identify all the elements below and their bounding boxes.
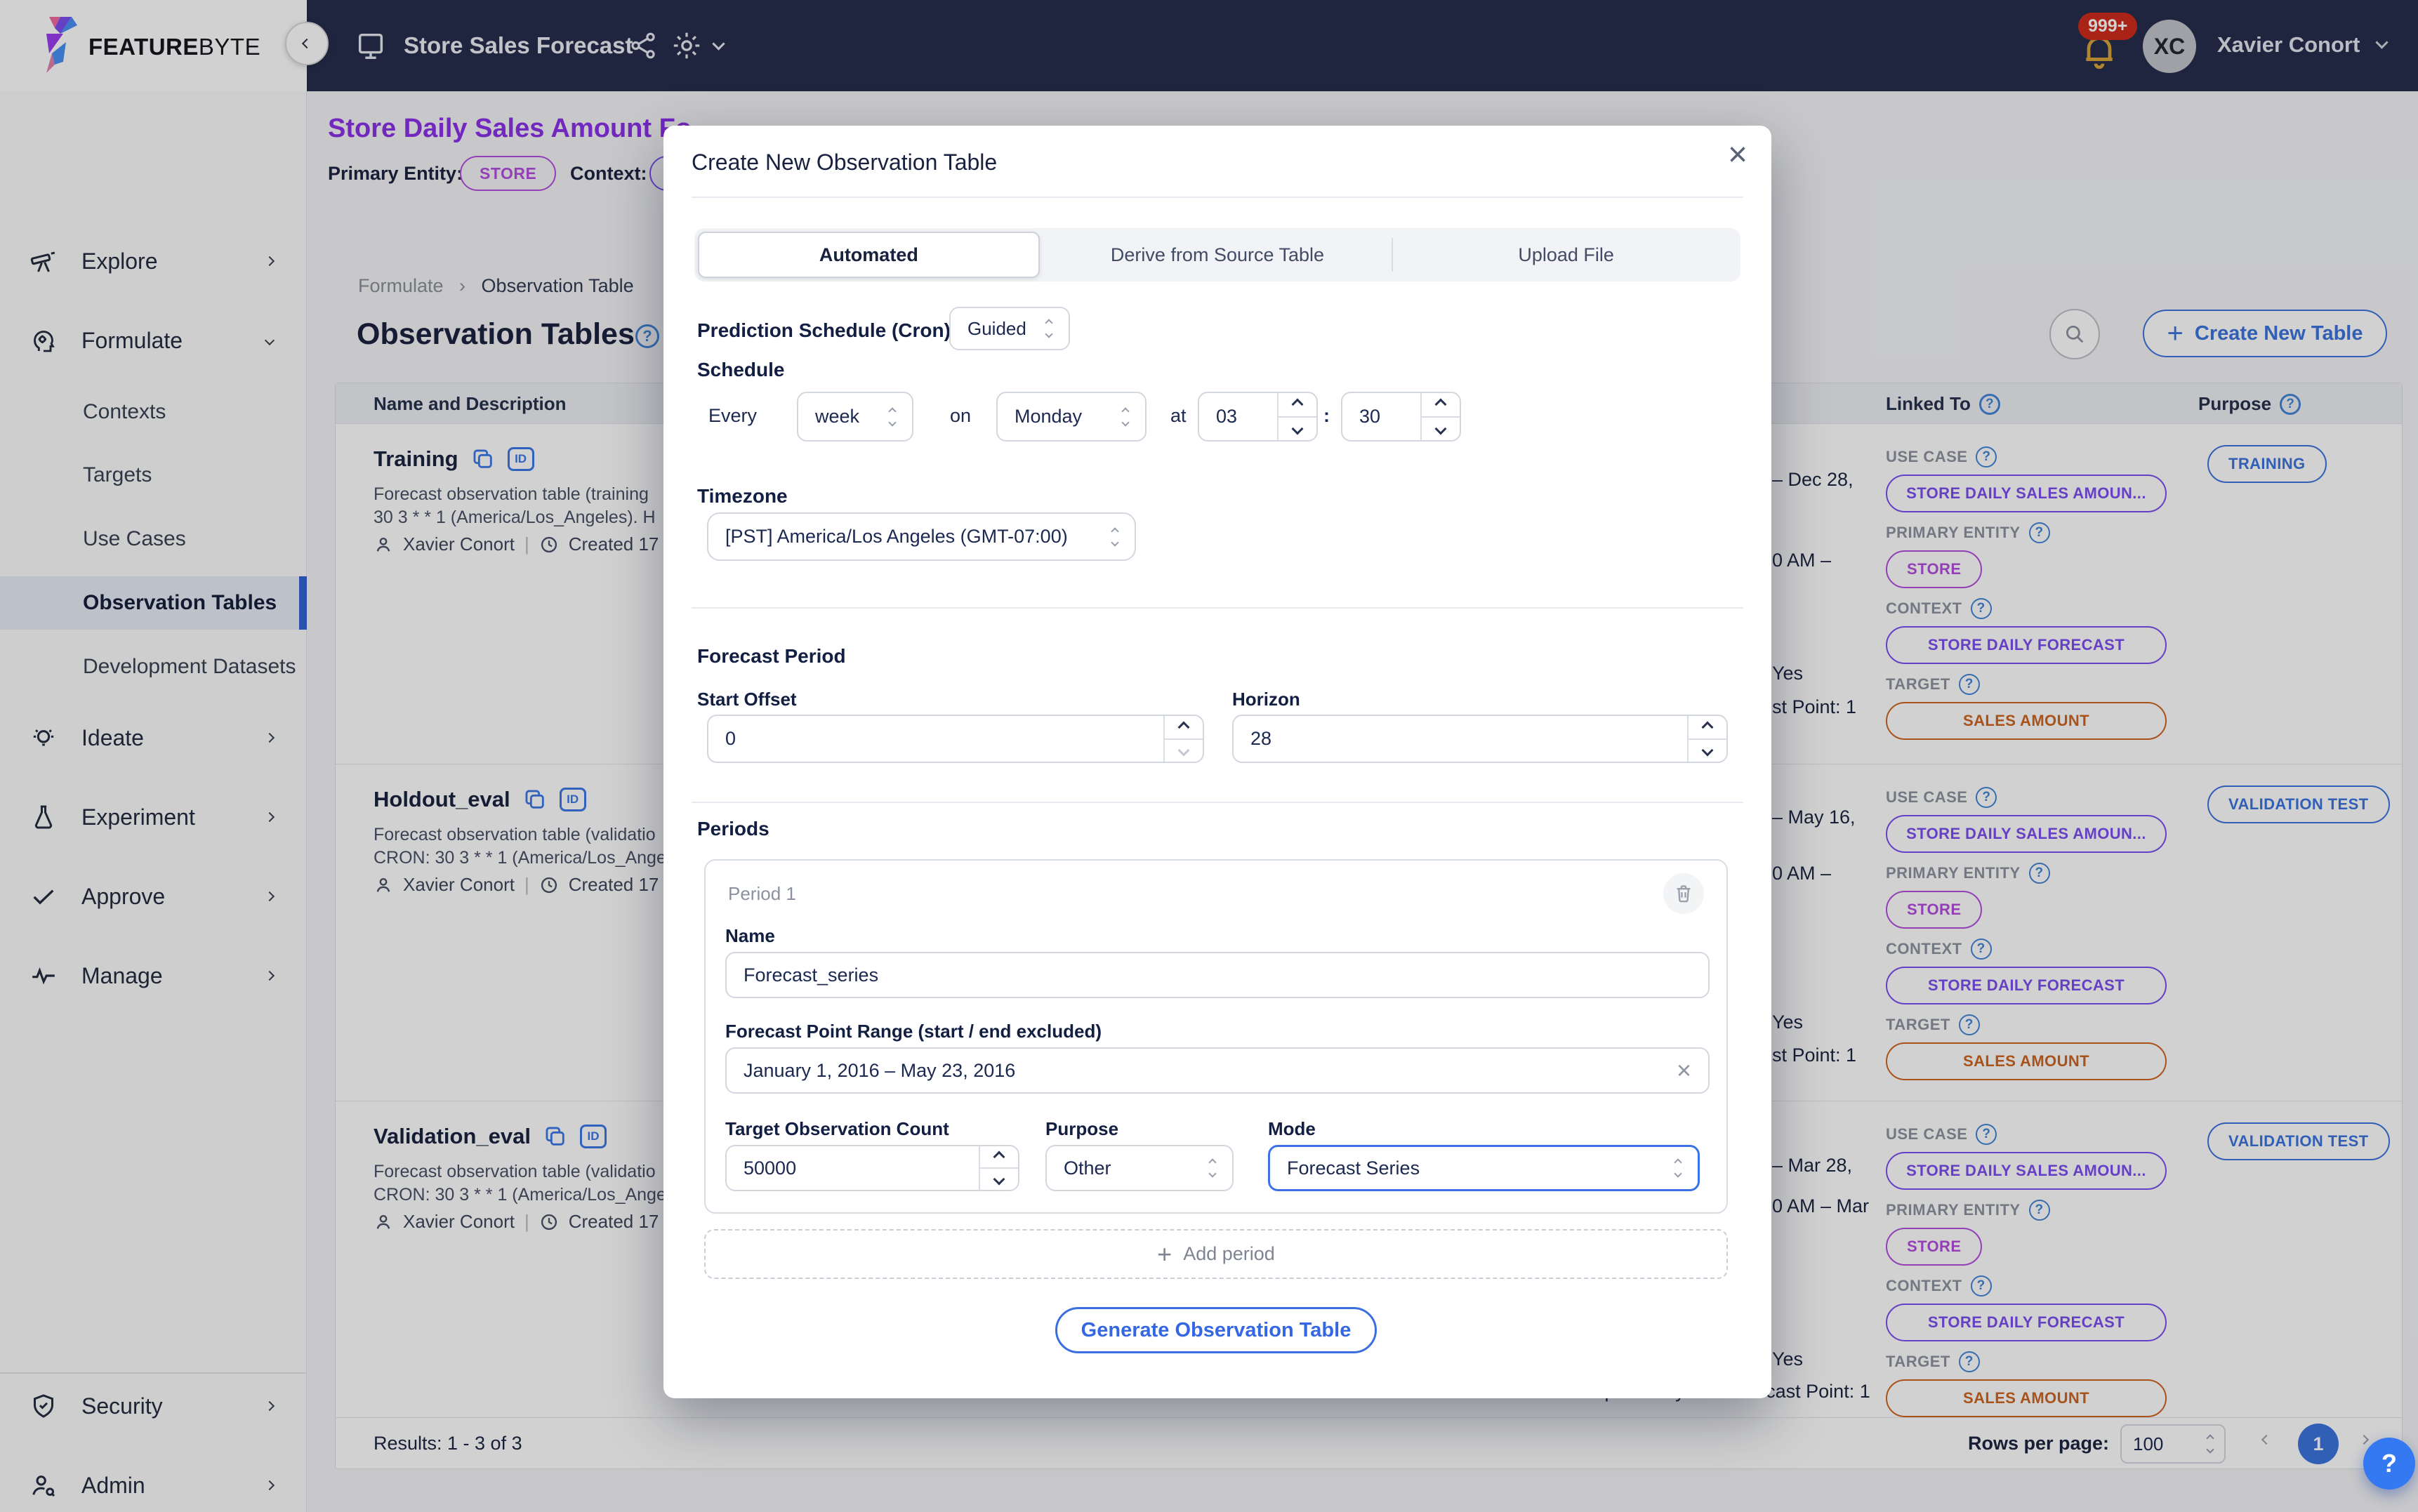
increment-minute-button[interactable] [1422, 393, 1460, 416]
cron-mode-select[interactable]: Guided [949, 307, 1070, 350]
day-of-week-select[interactable]: Monday [996, 392, 1147, 442]
increment-hour-button[interactable] [1279, 393, 1316, 416]
plus-icon: + [1157, 1240, 1172, 1269]
periods-heading: Periods [697, 818, 769, 840]
trash-icon [1673, 883, 1694, 904]
period-name-label: Name [725, 925, 775, 947]
generate-observation-table-button[interactable]: Generate Observation Table [1055, 1307, 1377, 1353]
clear-range-icon[interactable]: × [1677, 1056, 1691, 1085]
create-observation-table-modal: Create New Observation Table × Automated… [663, 126, 1771, 1398]
tab-upload-file[interactable]: Upload File [1392, 228, 1740, 281]
tab-divider [1392, 238, 1393, 272]
select-chevrons-icon [1210, 1160, 1215, 1176]
modal-tabs: Automated Derive from Source Table Uploa… [694, 228, 1740, 281]
add-period-button[interactable]: + Add period [704, 1229, 1728, 1279]
modal-title: Create New Observation Table [692, 150, 997, 175]
decrement-minute-button[interactable] [1422, 416, 1460, 441]
increment-horizon-button[interactable] [1689, 716, 1726, 738]
start-offset-label: Start Offset [697, 689, 797, 710]
horizon-label: Horizon [1232, 689, 1300, 710]
decrement-horizon-button[interactable] [1689, 738, 1726, 762]
on-label: on [950, 405, 971, 427]
minute-value: 30 [1342, 393, 1420, 440]
timezone-select[interactable]: [PST] America/Los Angeles (GMT-07:00) [707, 512, 1136, 561]
close-icon[interactable]: × [1728, 138, 1748, 172]
period-purpose-label: Purpose [1045, 1118, 1118, 1140]
period-title: Period 1 [728, 883, 796, 905]
decrement-count-button[interactable] [980, 1167, 1018, 1190]
period-card: Period 1 Name Forecast_series Forecast P… [704, 859, 1728, 1214]
period-name-input[interactable]: Forecast_series [725, 952, 1710, 998]
start-offset-stepper[interactable]: 0 [707, 715, 1204, 763]
select-chevrons-icon [890, 409, 895, 425]
at-label: at [1170, 405, 1187, 427]
hour-stepper[interactable]: 03 [1198, 392, 1318, 442]
period-purpose-select[interactable]: Other [1045, 1145, 1234, 1191]
forecast-point-range-input[interactable]: January 1, 2016 – May 23, 2016 × [725, 1047, 1710, 1094]
target-observation-count-label: Target Observation Count [725, 1118, 949, 1140]
forecast-period-heading: Forecast Period [697, 645, 846, 668]
every-unit-select[interactable]: week [797, 392, 913, 442]
section-divider [692, 802, 1743, 803]
schedule-label: Schedule [697, 359, 784, 381]
decrement-start-offset-button[interactable] [1165, 738, 1203, 762]
tab-automated[interactable]: Automated [698, 232, 1040, 278]
select-chevrons-icon [1675, 1160, 1681, 1176]
mode-select[interactable]: Forecast Series [1268, 1145, 1700, 1191]
timezone-label: Timezone [697, 485, 788, 508]
section-divider [692, 607, 1743, 609]
horizon-stepper[interactable]: 28 [1232, 715, 1728, 763]
every-label: Every [708, 405, 757, 427]
increment-start-offset-button[interactable] [1165, 716, 1203, 738]
modal-divider [692, 197, 1743, 198]
minute-stepper[interactable]: 30 [1341, 392, 1461, 442]
increment-count-button[interactable] [980, 1146, 1018, 1167]
start-offset-value: 0 [708, 716, 1163, 762]
hour-value: 03 [1199, 393, 1277, 440]
target-observation-count-stepper[interactable]: 50000 [725, 1145, 1019, 1191]
forecast-point-range-label: Forecast Point Range (start / end exclud… [725, 1021, 1102, 1042]
colon-separator: : [1323, 405, 1330, 427]
delete-period-button[interactable] [1663, 873, 1704, 914]
help-fab-button[interactable]: ? [2363, 1438, 2415, 1490]
count-value: 50000 [727, 1146, 979, 1190]
prediction-schedule-label: Prediction Schedule (Cron) [697, 319, 951, 342]
app-window: Store Sales Forecast 999+ XC Xavier Cono… [0, 0, 2418, 1512]
horizon-value: 28 [1234, 716, 1687, 762]
select-chevrons-icon [1123, 409, 1128, 425]
select-chevrons-icon [1112, 529, 1118, 545]
select-chevrons-icon [1046, 320, 1052, 337]
decrement-hour-button[interactable] [1279, 416, 1316, 441]
tab-derive-from-source-table[interactable]: Derive from Source Table [1043, 228, 1392, 281]
mode-label: Mode [1268, 1118, 1316, 1140]
